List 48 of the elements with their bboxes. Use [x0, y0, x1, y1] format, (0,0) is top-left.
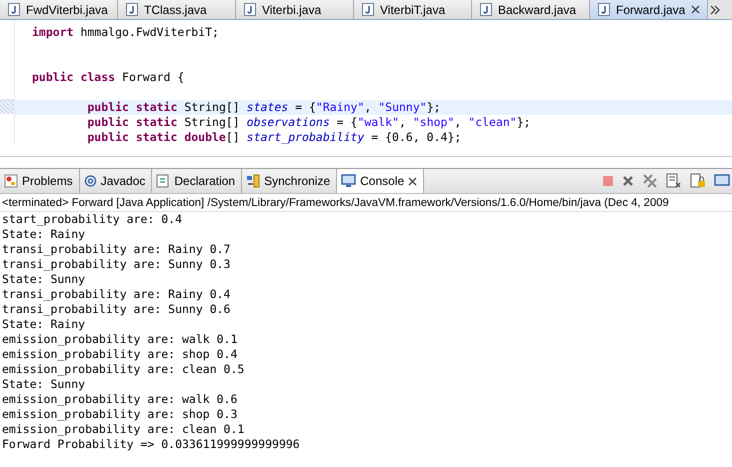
console-output-line: emission_probability are: clean 0.5	[2, 362, 246, 377]
close-icon[interactable]	[691, 5, 700, 14]
view-tab[interactable]: Console	[337, 169, 424, 193]
scroll-lock-icon[interactable]	[690, 173, 706, 189]
console-output-line: State: Rainy	[2, 227, 86, 242]
console-output-line: State: Rainy	[2, 317, 86, 332]
editor-tab[interactable]: ViterbiT.java	[354, 0, 472, 19]
remove-all-icon[interactable]	[642, 174, 658, 188]
console-output-line: emission_probability are: shop 0.3	[2, 407, 238, 422]
console-status: <terminated> Forward [Java Application] /System/Library/Frameworks/JavaVM.framework/Versions/1.6.0/Home/bin/java (Dec 4, 2009	[0, 194, 732, 212]
declaration-icon	[156, 174, 170, 188]
view-tab[interactable]: Declaration	[152, 169, 242, 193]
console-output-line: emission_probability are: shop 0.4	[2, 347, 238, 362]
remove-icon[interactable]	[622, 175, 634, 187]
problems-icon	[4, 174, 18, 188]
view-tab[interactable]: Problems	[0, 169, 80, 193]
editor-tab[interactable]: FwdViterbi.java	[0, 0, 118, 19]
java-file-icon	[126, 3, 138, 16]
console-output-line: transi_probability are: Rainy 0.4	[2, 287, 232, 302]
console-output-line: transi_probability are: Sunny 0.6	[2, 302, 232, 317]
editor-tab[interactable]: Viterbi.java	[236, 0, 354, 19]
view-tab[interactable]: Javadoc	[80, 169, 152, 193]
console-output-line: State: Sunny	[2, 377, 86, 392]
java-file-icon	[8, 3, 20, 16]
editor-tab[interactable]: TClass.java	[118, 0, 236, 19]
java-file-icon	[244, 3, 256, 16]
console-output-line: State: Sunny	[2, 272, 86, 287]
console-output-line: start_probability are: 0.4	[2, 212, 184, 227]
console-output-line: transi_probability are: Rainy 0.7	[2, 242, 232, 257]
synchronize-icon	[246, 174, 260, 188]
console-output-line: emission_probability are: walk 0.6	[2, 392, 238, 407]
java-file-icon	[598, 3, 610, 16]
console-output-line: emission_probability are: clean 0.1	[2, 422, 246, 437]
java-file-icon	[362, 3, 374, 16]
editor-tab[interactable]: Backward.java	[472, 0, 590, 19]
editor-tab[interactable]: Forward.java	[590, 0, 708, 19]
code-line: import hmmalgo.FwdViterbiT;	[31, 25, 220, 40]
java-file-icon	[480, 3, 492, 16]
code-line: public static String[] observations = {"walk", "shop", "clean"};	[86, 115, 532, 130]
monitor-icon	[341, 174, 356, 188]
console-output-line: emission_probability are: walk 0.1	[2, 332, 238, 347]
console-output-line: transi_probability are: Sunny 0.3	[2, 257, 232, 272]
chevron-icon[interactable]	[710, 4, 720, 14]
code-line: public static double[] start_probability = {0.6, 0.4};	[86, 130, 462, 144]
close-icon[interactable]	[408, 176, 418, 186]
code-line: public class Forward {	[31, 70, 186, 85]
console-output-line: Forward Probability => 0.033611999999999996	[2, 437, 301, 452]
clear-console-icon[interactable]	[666, 173, 682, 189]
